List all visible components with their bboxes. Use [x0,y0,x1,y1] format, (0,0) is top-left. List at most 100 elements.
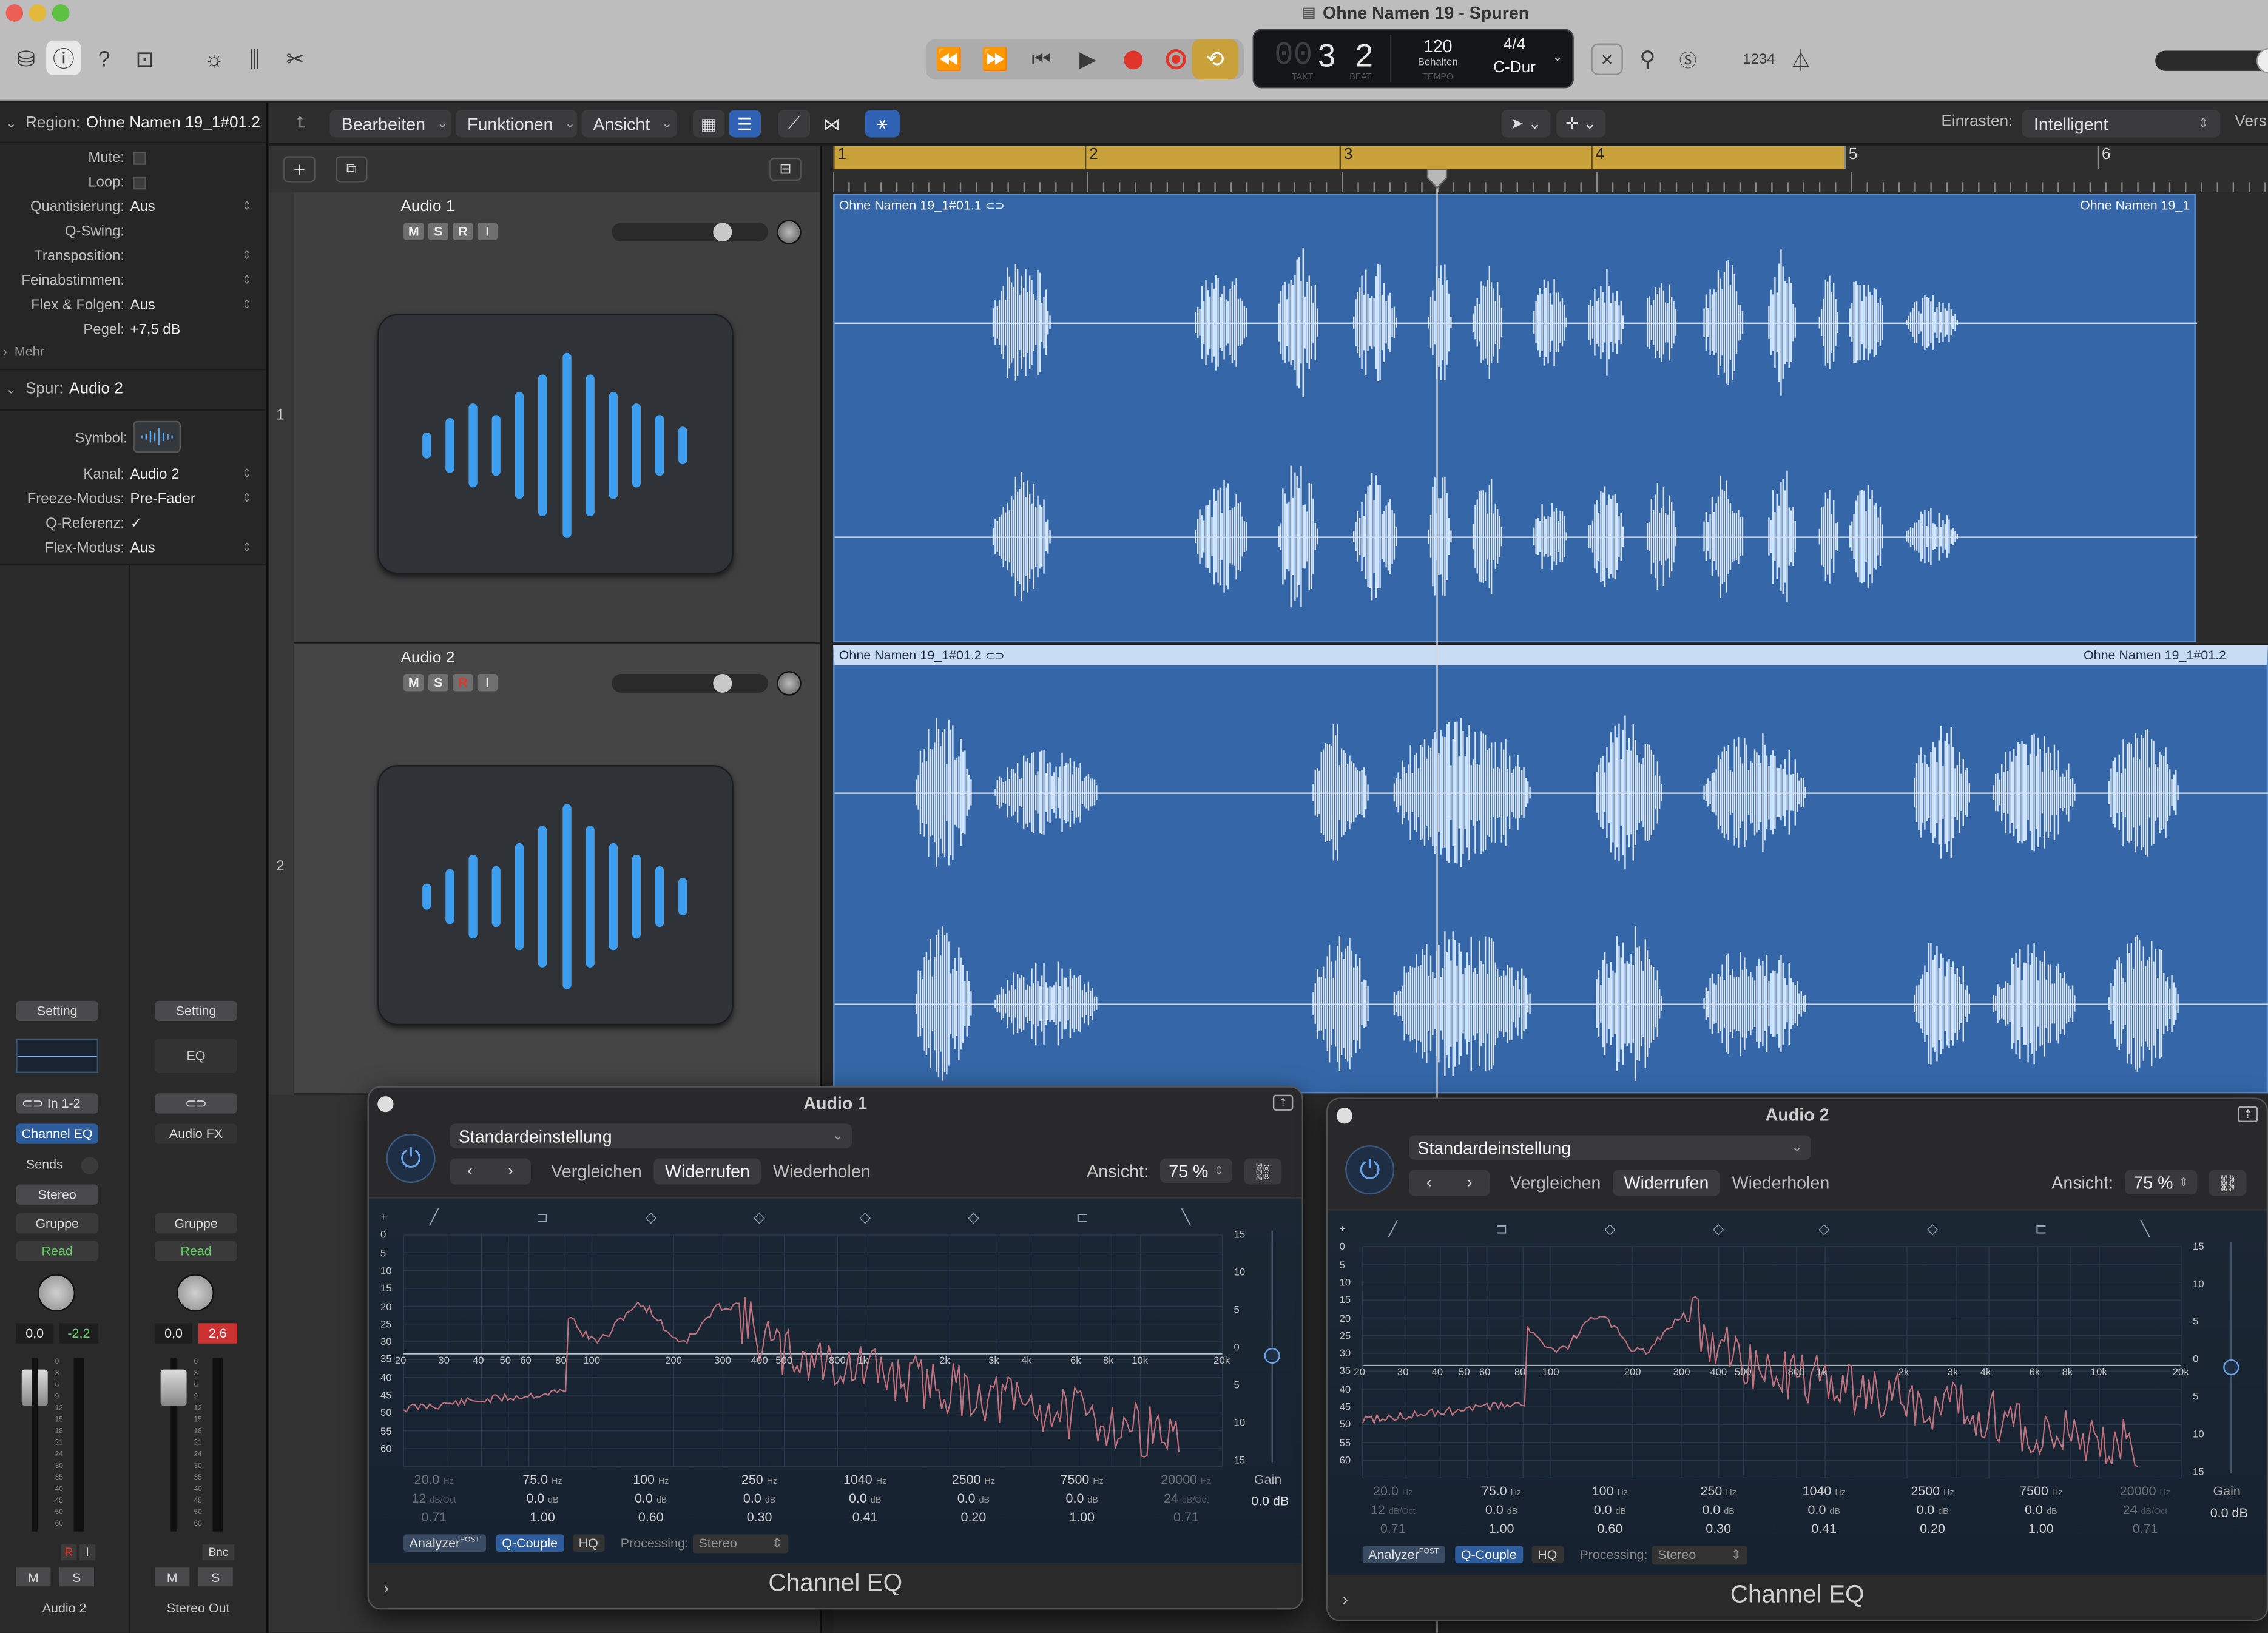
stepper-icon[interactable]: ⇕ [242,467,252,480]
band-4-values[interactable]: 250 Hz 0.0 dB 0.30 [1685,1484,1752,1536]
inspector-row[interactable]: Pegel: +7,5 dB [0,320,266,345]
hq-button[interactable]: HQ [573,1534,604,1552]
solo-icon[interactable]: Ⓢ [1672,44,1704,75]
balance-knob[interactable] [176,1274,214,1312]
checkbox[interactable] [133,176,146,190]
power-icon[interactable]: ⏻ [386,1134,436,1184]
analyzer-button[interactable]: AnalyzerPOST [1362,1546,1445,1564]
record-enable-button[interactable]: R [453,223,473,240]
volume-slider[interactable] [612,223,768,242]
stepper-icon[interactable]: ⇕ [242,274,252,286]
inspector-row[interactable]: Transposition: [0,246,266,271]
band-q[interactable]: 0.71 [1360,1521,1426,1536]
audio-region-2-selected[interactable]: Ohne Namen 19_1#01.2 ⊂⊃ Ohne Namen 19_1#… [833,645,2268,1094]
setting-button[interactable]: Setting [16,1000,99,1022]
pan-knob[interactable] [37,1274,75,1312]
rewind-icon[interactable]: ⏪ [926,39,972,79]
flex-icon[interactable]: ⋈ [816,110,848,137]
add-track-icon[interactable]: + [283,156,316,183]
stepper-icon[interactable]: ⇕ [242,492,252,505]
snap-mode-select[interactable]: Intelligent ⇕ [2022,110,2221,138]
mute-button[interactable]: M [155,1567,190,1587]
output-slot[interactable]: Stereo [16,1184,99,1205]
preset-select[interactable]: Standardeinstellung ⌄ [450,1123,852,1148]
band-q[interactable]: 0.20 [940,1510,1007,1524]
eq-display[interactable]: ╱ ⊐ ◇ ◇ ◇ ◇ ⊏ ╲ 20 30 40 50 60 80 100 200 300 400 500 800 1… [1328,1209,2267,1575]
param-value[interactable]: +7,5 dB [130,323,181,338]
param-value[interactable]: ✓ [130,516,143,532]
param-value[interactable]: Aus [130,298,155,314]
band-shape-icon[interactable]: ◇ [754,1209,765,1225]
record-enable-button[interactable]: R [453,673,473,692]
param-value[interactable]: Audio 2 [130,467,180,483]
metronome-icon[interactable]: ⏃ [1785,44,1817,75]
q-couple-button[interactable]: Q-Couple [1455,1546,1523,1564]
mute-button[interactable]: M [403,223,424,240]
channel-name[interactable]: Audio 2 [0,1601,129,1615]
band-q[interactable]: 0.41 [1790,1521,1857,1536]
inspector-row[interactable]: Kanal: Audio 2 [0,464,266,489]
region-inspector-header[interactable]: ⌄ Region: Ohne Namen 19_1#01.2 [6,114,260,132]
band-frequency[interactable]: 20000 [2120,1484,2156,1498]
solo-button[interactable]: S [59,1567,94,1587]
eq-thumbnail[interactable] [16,1038,99,1073]
playhead-handle[interactable] [1426,169,1448,189]
lcd-display[interactable]: 00 3 2 TAKT BEAT 120 Behalten TEMPO 4/4 … [1252,29,1574,89]
audio-region-1[interactable]: Ohne Namen 19_1#01.1 ⊂⊃ Ohne Namen 19_1 [833,194,2198,642]
previous-preset-icon[interactable]: ‹ [1409,1170,1450,1196]
replace-icon[interactable]: ✕ [1591,43,1623,75]
view-size-select[interactable]: 75 % ⇕ [1159,1158,1233,1184]
band-gain[interactable]: 0.0 [1594,1503,1612,1517]
list-view-icon[interactable]: ☰ [729,110,761,138]
band-gain[interactable]: 24 [2123,1503,2138,1517]
channel-eq-plugin-slot[interactable]: Channel EQ [16,1123,99,1144]
compare-button[interactable]: Vergleichen [539,1159,653,1185]
band-frequency[interactable]: 20.0 [1373,1484,1399,1498]
view-size-select[interactable]: 75 % ⇕ [2125,1170,2198,1195]
automation-mode[interactable]: Read [16,1241,99,1261]
band-shape-icon[interactable]: ◇ [859,1209,871,1225]
param-value[interactable]: Aus [130,200,155,215]
bounce-button[interactable]: Bnc [202,1544,235,1561]
functions-menu[interactable]: Funktionen ⌄ [455,110,578,138]
plugin-menu-icon[interactable]: ⇡ [2238,1106,2258,1122]
band-frequency[interactable]: 1040 [843,1472,872,1487]
band-frequency[interactable]: 100 [1592,1484,1614,1498]
band-2-values[interactable]: 75.0 Hz 0.0 dB 1.00 [1468,1484,1535,1536]
duplicate-track-icon[interactable]: ⧉ [336,156,368,183]
stepper-icon[interactable]: ⇕ [242,200,252,212]
global-tracks-icon[interactable]: ⊟ [769,157,802,181]
band-q[interactable]: 0.71 [1153,1510,1220,1524]
band-1-values[interactable]: 20.0 Hz 12 dB/Oct 0.71 [400,1472,467,1524]
volume-readout[interactable]: 0,0 [16,1323,54,1344]
band-8-values[interactable]: 20000 Hz 24 dB/Oct 0.71 [2112,1484,2179,1536]
band-5-values[interactable]: 1040 Hz 0.0 dB 0.41 [1790,1484,1857,1536]
band-gain[interactable]: 0.0 [849,1491,867,1506]
undo-button[interactable]: Widerrufen [653,1158,761,1185]
mixer-icon[interactable]: ⫼ [237,44,272,75]
band-frequency[interactable]: 75.0 [522,1472,548,1487]
volume-slider[interactable] [612,673,768,693]
group-slot[interactable]: Gruppe [155,1213,237,1234]
close-window-button[interactable] [5,4,24,22]
editors-icon[interactable]: ✂ [278,44,312,75]
band-q[interactable]: 0.60 [1577,1521,1644,1536]
band-gain[interactable]: 0.0 [1703,1503,1721,1517]
chevron-right-icon[interactable]: › [1342,1589,1348,1609]
minimize-window-button[interactable] [29,4,47,22]
track-name[interactable]: Audio 1 [400,198,454,216]
back-arrow-icon[interactable]: ⮤ [283,110,318,137]
hq-button[interactable]: HQ [1531,1546,1563,1564]
band-7-values[interactable]: 7500 Hz 0.0 dB 1.00 [2008,1484,2074,1536]
pan-knob[interactable] [777,220,802,244]
pan-knob[interactable] [777,671,802,696]
inspector-row[interactable]: Flex-Modus: Aus [0,538,266,563]
band-shape-icon[interactable]: ◇ [1713,1221,1724,1237]
library-icon[interactable]: ⛁ [8,44,43,75]
band-q[interactable]: 1.00 [1468,1521,1535,1536]
band-gain[interactable]: 0.0 [1808,1503,1826,1517]
band-shape-icon[interactable]: ⊏ [2035,1221,2047,1237]
redo-button[interactable]: Wiederholen [761,1159,882,1185]
next-preset-icon[interactable]: › [490,1159,531,1185]
stereo-link-icon[interactable]: ⊂⊃ [155,1093,237,1114]
